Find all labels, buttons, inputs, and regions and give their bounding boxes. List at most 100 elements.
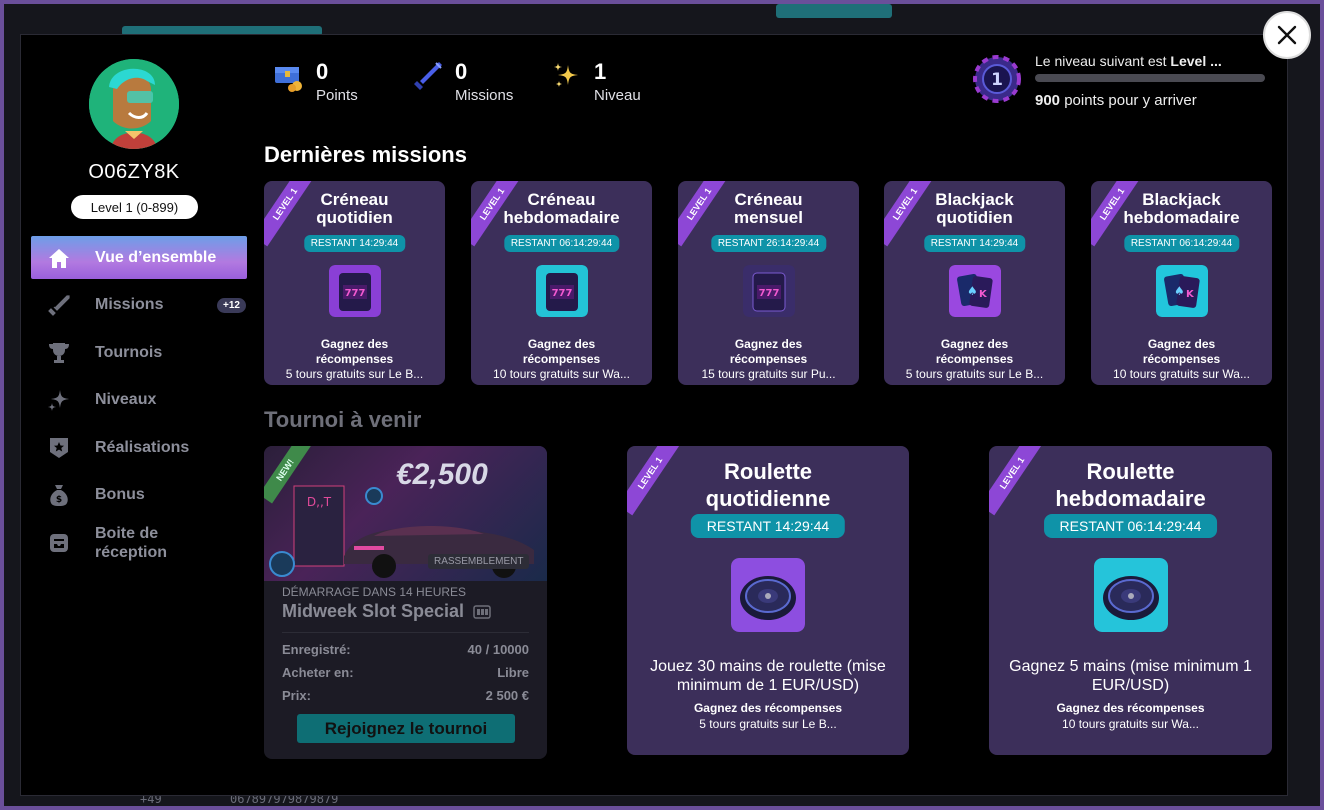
nav-label: Boite de réception bbox=[95, 525, 168, 561]
stat-points: 0 Points bbox=[272, 57, 382, 107]
mission-reward: Gagnez des récompenses bbox=[1142, 337, 1221, 366]
tournament-card[interactable]: D,,T NEW! €2,500 RASSEMBLEMENT DÉMARRAGE… bbox=[264, 446, 547, 759]
nav-label: Réalisations bbox=[95, 438, 190, 456]
slot-icon bbox=[473, 605, 491, 619]
divider bbox=[282, 632, 529, 633]
mission-description: Jouez 30 mains de roulette (mise minimum… bbox=[650, 658, 886, 694]
nav-item-bonus[interactable]: $ Bonus bbox=[31, 473, 247, 516]
nav-item-overview[interactable]: Vue d’ensemble bbox=[31, 236, 247, 279]
registered-value: 40 / 10000 bbox=[467, 642, 529, 657]
svg-text:777: 777 bbox=[551, 288, 572, 299]
buyin-value: Libre bbox=[497, 665, 529, 680]
sword-icon bbox=[414, 62, 442, 90]
level-label: Niveau bbox=[594, 87, 641, 104]
latest-missions-heading: Dernières missions bbox=[264, 142, 467, 167]
nav-item-achievements[interactable]: Réalisations bbox=[31, 426, 247, 469]
missions-count-badge: +12 bbox=[217, 298, 246, 313]
tournament-banner: D,,T NEW! €2,500 RASSEMBLEMENT bbox=[264, 446, 547, 581]
tournament-amount: €2,500 bbox=[396, 458, 488, 491]
mission-prize: 5 tours gratuits sur Le B... bbox=[905, 367, 1044, 381]
sparkles-icon bbox=[554, 63, 578, 87]
mission-prize: 10 tours gratuits sur Wa... bbox=[1113, 367, 1250, 381]
mission-prize: 10 tours gratuits sur Wa... bbox=[493, 367, 630, 381]
loyalty-modal: O06ZY8K Level 1 (0-899) Vue d’ensemble M… bbox=[20, 34, 1288, 796]
buyin-label: Acheter en: bbox=[282, 665, 354, 680]
tournament-name-text: Midweek Slot Special bbox=[282, 601, 465, 621]
inbox-icon bbox=[50, 534, 68, 552]
mission-timer: RESTANT 26:14:29:44 bbox=[710, 235, 827, 252]
mission-timer: RESTANT 06:14:29:44 bbox=[1123, 235, 1240, 252]
mission-card[interactable]: LEVEL 1 Blackjack quotidien RESTANT 14:2… bbox=[884, 181, 1065, 385]
sword-icon bbox=[48, 295, 70, 316]
mission-card-large[interactable]: LEVEL 1 Roulette quotidienne RESTANT 14:… bbox=[627, 446, 909, 755]
mission-title: Blackjack quotidien bbox=[935, 190, 1014, 227]
mission-title: Roulette hebdomadaire bbox=[1055, 459, 1206, 511]
username: O06ZY8K bbox=[88, 161, 180, 183]
treasure-chest-icon bbox=[275, 67, 302, 92]
slot-machine-icon: 777 bbox=[328, 265, 381, 317]
mission-card-large[interactable]: LEVEL 1 Roulette hebdomadaire RESTANT 06… bbox=[989, 446, 1272, 755]
home-icon bbox=[49, 249, 69, 268]
level-chip-number: 1 bbox=[991, 70, 1003, 90]
mission-prize: 15 tours gratuits sur Pu... bbox=[701, 367, 836, 381]
prize-row: Prix: 2 500 € bbox=[282, 688, 529, 703]
level-value: 1 bbox=[594, 59, 607, 84]
mission-card[interactable]: LEVEL 1 Blackjack hebdomadaire RESTANT 0… bbox=[1091, 181, 1272, 385]
nav-item-missions[interactable]: Missions +12 bbox=[31, 283, 247, 326]
svg-text:K: K bbox=[979, 289, 988, 300]
mission-reward: Gagnez des récompenses bbox=[1056, 701, 1205, 715]
level-chip-icon: 1 bbox=[973, 55, 1021, 103]
svg-text:♠: ♠ bbox=[1174, 284, 1185, 298]
sparkle-icon bbox=[48, 390, 69, 411]
nav-item-tournaments[interactable]: Tournois bbox=[31, 331, 247, 374]
mission-reward: Gagnez des récompenses bbox=[315, 337, 394, 366]
level-pill: Level 1 (0-899) bbox=[71, 195, 198, 219]
mission-card[interactable]: LEVEL 1 Créneau mensuel RESTANT 26:14:29… bbox=[678, 181, 859, 385]
slot-machine-icon: 777 bbox=[742, 265, 795, 317]
close-button[interactable] bbox=[1263, 11, 1311, 59]
mission-title: Créneau quotidien bbox=[316, 190, 393, 227]
join-tournament-button[interactable]: Rejoignez le tournoi bbox=[297, 714, 515, 743]
next-level-panel: 1 Le niveau suivant est Level ... 900 po… bbox=[973, 51, 1273, 121]
mission-card[interactable]: LEVEL 1 Créneau hebdomadaire RESTANT 06:… bbox=[471, 181, 652, 385]
nav-label: Missions bbox=[95, 295, 164, 313]
mission-title: Roulette quotidienne bbox=[705, 459, 831, 511]
prize-value: 2 500 € bbox=[485, 688, 529, 703]
nav-label: Tournois bbox=[95, 343, 163, 361]
svg-text:777: 777 bbox=[758, 288, 779, 299]
next-level-target: Level ... bbox=[1170, 53, 1222, 69]
nav-item-levels[interactable]: Niveaux bbox=[31, 378, 247, 421]
next-level-prefix: Le niveau suivant est bbox=[1035, 53, 1171, 69]
level-progress-bar bbox=[1035, 74, 1265, 82]
missions-value: 0 bbox=[455, 59, 468, 84]
registered-row: Enregistré: 40 / 10000 bbox=[282, 642, 529, 657]
mission-description: Gagnez 5 mains (mise minimum 1 EUR/USD) bbox=[1009, 658, 1252, 694]
tournament-name: Midweek Slot Special bbox=[282, 601, 491, 622]
mission-timer: RESTANT 14:29:44 bbox=[690, 514, 846, 538]
trophy-icon bbox=[49, 343, 69, 363]
svg-text:777: 777 bbox=[344, 288, 365, 299]
points-value: 0 bbox=[316, 59, 329, 84]
tournament-type-tag: RASSEMBLEMENT bbox=[428, 554, 530, 569]
mission-prize: 5 tours gratuits sur Le B... bbox=[285, 367, 424, 381]
registered-label: Enregistré: bbox=[282, 642, 351, 657]
next-level-text: Le niveau suivant est Level ... bbox=[1035, 53, 1222, 69]
missions-label: Missions bbox=[455, 87, 514, 104]
mission-timer: RESTANT 06:14:29:44 bbox=[1043, 514, 1218, 538]
mission-reward: Gagnez des récompenses bbox=[729, 337, 808, 366]
svg-text:K: K bbox=[1186, 289, 1195, 300]
mission-title: Créneau hebdomadaire bbox=[503, 190, 620, 227]
svg-text:♠: ♠ bbox=[967, 284, 978, 298]
playing-cards-icon: ♠ K bbox=[1155, 265, 1208, 317]
stat-missions: 0 Missions bbox=[411, 57, 521, 107]
mission-card[interactable]: LEVEL 1 Créneau quotidien RESTANT 14:29:… bbox=[264, 181, 445, 385]
mission-timer: RESTANT 06:14:29:44 bbox=[503, 235, 620, 252]
nav-label: Bonus bbox=[95, 485, 145, 503]
points-to-next: 900 points pour y arriver bbox=[1035, 92, 1197, 109]
points-needed-suffix: points pour y arriver bbox=[1060, 92, 1197, 109]
avatar bbox=[89, 59, 179, 149]
nav-item-inbox[interactable]: Boite de réception bbox=[31, 521, 247, 565]
points-label: Points bbox=[316, 87, 358, 104]
points-needed: 900 bbox=[1035, 92, 1061, 109]
mission-prize: 5 tours gratuits sur Le B... bbox=[699, 717, 837, 731]
